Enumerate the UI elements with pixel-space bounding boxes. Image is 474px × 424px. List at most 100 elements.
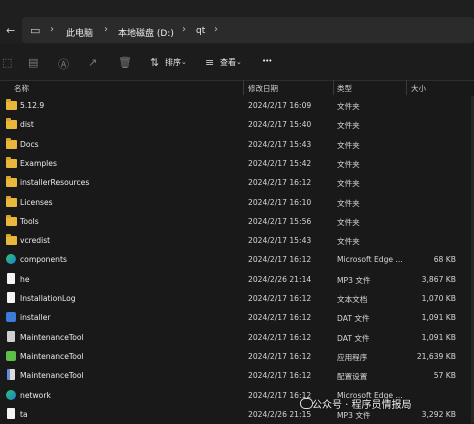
file-name: installerResources bbox=[20, 178, 90, 188]
file-name: Docs bbox=[20, 139, 39, 149]
file-type: 文本文档 bbox=[337, 295, 368, 304]
file-type: 文件夹 bbox=[337, 217, 360, 227]
file-modified-date: 2024/2/17 16:12 bbox=[248, 371, 312, 381]
column-header-name[interactable]: 名称 bbox=[14, 83, 29, 94]
file-name: MaintenanceTool bbox=[20, 332, 84, 342]
file-size: 1,091 KB bbox=[421, 332, 456, 342]
cut-icon[interactable]: ⬚ bbox=[2, 56, 12, 69]
file-name: he bbox=[20, 274, 30, 284]
file-row[interactable]: MaintenanceTool 2024/2/17 16:12 DAT 文件 1,09… bbox=[0, 328, 474, 347]
file-type: 文件夹 bbox=[337, 159, 360, 169]
file-name: Examples bbox=[20, 158, 57, 168]
file-name: Licenses bbox=[20, 197, 53, 207]
file-type: DAT 文件 bbox=[337, 314, 370, 324]
column-divider[interactable] bbox=[406, 80, 407, 95]
breadcrumb-separator-icon: › bbox=[50, 24, 54, 35]
file-row[interactable]: Tools 2024/2/17 15:56 文件夹 bbox=[0, 212, 474, 231]
file-modified-date: 2024/2/17 16:12 bbox=[248, 294, 312, 303]
breadcrumb-local-disk[interactable]: 本地磁盘 (D:) bbox=[118, 26, 174, 39]
file-row[interactable]: MaintenanceTool 2024/2/17 16:12 应用程序 21,639… bbox=[0, 347, 474, 366]
file-modified-date: 2024/2/17 15:40 bbox=[248, 120, 312, 130]
file-row[interactable]: installerResources 2024/2/17 16:12 文件夹 bbox=[0, 173, 474, 192]
file-name: dist bbox=[20, 120, 34, 130]
column-divider[interactable] bbox=[333, 80, 334, 95]
file-modified-date: 2024/2/17 16:12 bbox=[248, 178, 312, 188]
sort-button[interactable]: 排序 bbox=[165, 57, 181, 68]
file-size: 1,091 KB bbox=[421, 313, 456, 323]
file-row[interactable]: 5.12.9 2024/2/17 16:09 文件夹 bbox=[0, 96, 474, 115]
file-name: InstallationLog bbox=[20, 294, 76, 303]
file-size: 3,292 KB bbox=[421, 409, 456, 419]
file-row[interactable]: components 2024/2/17 16:12 Microsoft Edge … bbox=[0, 250, 474, 269]
breadcrumb-separator-icon: › bbox=[104, 24, 108, 35]
file-size: 3,867 KB bbox=[421, 274, 456, 284]
file-type: 文件夹 bbox=[337, 102, 360, 111]
file-row[interactable]: he 2024/2/26 21:14 MP3 文件 3,867 KB bbox=[0, 270, 474, 289]
file-row[interactable]: MaintenanceTool 2024/2/17 16:12 配置设置 57 KB bbox=[0, 366, 474, 385]
file-type: 配置设置 bbox=[337, 372, 368, 382]
file-type: 文件夹 bbox=[337, 179, 360, 189]
file-type: DAT 文件 bbox=[337, 333, 370, 343]
file-size: 57 KB bbox=[433, 371, 456, 381]
chevron-down-icon[interactable]: ⌄ bbox=[236, 58, 242, 66]
file-size: 21,639 KB bbox=[416, 351, 456, 361]
file-type: 应用程序 bbox=[337, 352, 368, 362]
sort-icon[interactable]: ⇅ bbox=[150, 56, 159, 69]
file-name: 5.12.9 bbox=[20, 101, 45, 110]
view-icon[interactable]: ≡ bbox=[205, 56, 214, 69]
file-row[interactable]: InstallationLog 2024/2/17 16:12 文本文档 1,070 … bbox=[0, 289, 474, 308]
breadcrumb-qt[interactable]: qt bbox=[196, 26, 205, 36]
audio-file-icon bbox=[7, 272, 15, 284]
file-row[interactable]: installer 2024/2/17 16:12 DAT 文件 1,091 KB bbox=[0, 308, 474, 327]
column-header-type[interactable]: 类型 bbox=[337, 83, 352, 94]
file-row[interactable]: Docs 2024/2/17 15:43 文件夹 bbox=[0, 135, 474, 154]
file-name: ta bbox=[20, 409, 28, 419]
file-modified-date: 2024/2/17 16:09 bbox=[248, 101, 312, 110]
watermark: 公众号 · 程序员情报局 bbox=[312, 400, 412, 411]
file-name: network bbox=[20, 390, 51, 400]
file-type: MP3 文件 bbox=[337, 410, 371, 420]
folder-icon bbox=[6, 176, 17, 188]
file-name: MaintenanceTool bbox=[20, 371, 84, 381]
breadcrumb-this-pc[interactable]: 此电脑 bbox=[66, 26, 93, 39]
application-icon bbox=[6, 350, 16, 361]
delete-icon[interactable]: 🗑 bbox=[118, 56, 132, 69]
file-name: installer bbox=[20, 313, 51, 323]
rename-icon[interactable]: Ⓐ bbox=[58, 56, 69, 72]
file-size: 1,070 KB bbox=[421, 294, 456, 303]
folder-icon bbox=[6, 234, 17, 246]
text-file-icon bbox=[7, 292, 15, 303]
audio-file-icon bbox=[7, 407, 15, 419]
chevron-down-icon[interactable]: ⌄ bbox=[181, 58, 187, 66]
file-size: 68 KB bbox=[433, 255, 456, 265]
column-header-modified[interactable]: 修改日期 bbox=[248, 83, 278, 94]
file-name: MaintenanceTool bbox=[20, 351, 84, 361]
file-row[interactable]: Licenses 2024/2/17 16:10 文件夹 bbox=[0, 193, 474, 212]
file-row[interactable]: Examples 2024/2/17 15:42 文件夹 bbox=[0, 154, 474, 173]
folder-icon bbox=[6, 156, 17, 168]
share-icon[interactable]: ↗ bbox=[88, 56, 97, 69]
file-modified-date: 2024/2/17 16:12 bbox=[248, 255, 312, 265]
column-header-row bbox=[0, 81, 474, 96]
breadcrumb-separator-icon: › bbox=[182, 24, 186, 35]
file-modified-date: 2024/2/17 15:42 bbox=[248, 158, 312, 168]
file-row[interactable]: dist 2024/2/17 15:40 文件夹 bbox=[0, 115, 474, 134]
file-name: components bbox=[20, 255, 67, 265]
more-options-button[interactable]: ••• bbox=[262, 57, 272, 65]
column-divider[interactable] bbox=[243, 80, 244, 95]
file-modified-date: 2024/2/26 21:14 bbox=[248, 274, 312, 284]
file-modified-date: 2024/2/26 21:15 bbox=[248, 409, 312, 419]
file-row[interactable]: vcredist 2024/2/17 15:43 文件夹 bbox=[0, 231, 474, 250]
file-type: 文件夹 bbox=[337, 237, 360, 247]
file-modified-date: 2024/2/17 15:56 bbox=[248, 216, 312, 226]
file-type: MP3 文件 bbox=[337, 275, 371, 285]
back-arrow-icon[interactable]: ← bbox=[6, 24, 15, 37]
folder-icon bbox=[6, 214, 17, 226]
paste-icon[interactable]: ▤ bbox=[28, 56, 38, 69]
file-modified-date: 2024/2/17 15:43 bbox=[248, 139, 312, 149]
file-modified-date: 2024/2/17 16:12 bbox=[248, 313, 312, 323]
view-button[interactable]: 查看 bbox=[220, 57, 236, 68]
file-type: 文件夹 bbox=[337, 121, 360, 131]
folder-icon bbox=[6, 137, 17, 149]
column-header-size[interactable]: 大小 bbox=[411, 83, 426, 94]
